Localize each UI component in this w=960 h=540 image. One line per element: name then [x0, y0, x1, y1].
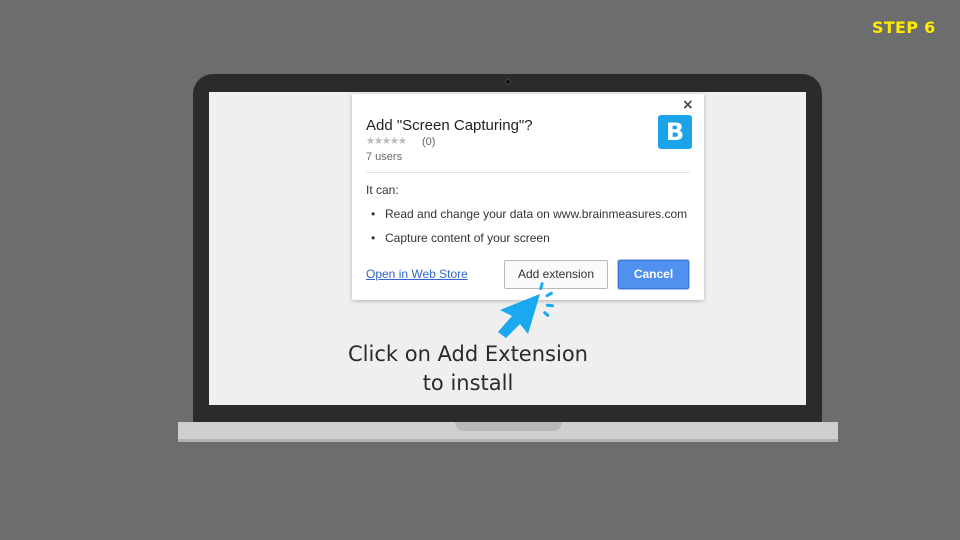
divider [366, 172, 690, 173]
laptop-notch [455, 422, 562, 431]
rating-count: (0) [422, 136, 436, 148]
rating-stars: ★★★★★ [366, 136, 407, 147]
close-icon[interactable]: × [682, 98, 694, 112]
instruction-text: Click on Add Extension to install [330, 340, 606, 398]
bullet-icon: • [371, 231, 376, 245]
laptop-camera [505, 79, 511, 85]
step-label: STEP 6 [872, 18, 936, 37]
extension-logo-icon: B [658, 115, 692, 149]
instruction-line-2: to install [422, 371, 514, 395]
permissions-heading: It can: [366, 183, 399, 197]
cancel-button[interactable]: Cancel [618, 260, 689, 289]
permission-text: Capture content of your screen [385, 231, 550, 245]
permission-text: Read and change your data on www.brainme… [385, 207, 688, 221]
permission-item: • Capture content of your screen [371, 231, 550, 245]
permission-item: • Read and change your data on www.brainm… [371, 207, 687, 221]
pointer-cursor-icon [498, 282, 554, 338]
dialog-title: Add "Screen Capturing"? [366, 117, 533, 134]
instruction-line-1: Click on Add Extension [348, 342, 588, 366]
bullet-icon: • [371, 207, 376, 221]
user-count: 7 users [366, 151, 403, 163]
open-web-store-link[interactable]: Open in Web Store [366, 267, 468, 281]
